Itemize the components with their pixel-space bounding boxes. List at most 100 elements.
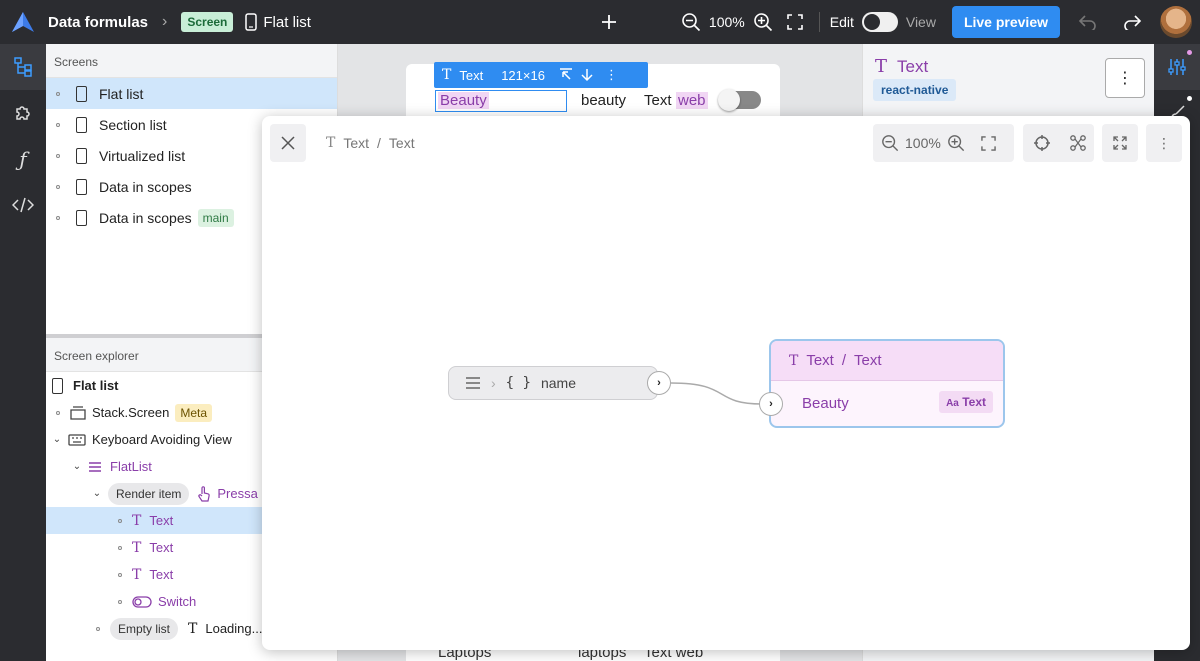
- preview-text-web[interactable]: web: [676, 92, 708, 109]
- screens-panel-title: Screens: [46, 44, 337, 78]
- phone-icon: [76, 116, 87, 133]
- react-native-tag: react-native: [873, 79, 957, 101]
- bullet-icon: [56, 410, 60, 415]
- formula-editor-modal: T Text / Text 100% ⋮ › {} name › T Text…: [262, 116, 1190, 650]
- chevron-down-icon[interactable]: ⌄: [92, 488, 102, 499]
- properties-sliders-icon[interactable]: [1154, 44, 1200, 90]
- undo-icon[interactable]: [1074, 8, 1102, 36]
- top-bar: Data formulas › Screen Flat list 100% Ed…: [0, 0, 1200, 44]
- bullet-icon: [56, 122, 60, 127]
- edit-view-toggle[interactable]: [861, 12, 898, 32]
- preview-text-beauty-lower[interactable]: beauty: [581, 92, 626, 109]
- text-type-icon: T: [188, 620, 198, 637]
- user-avatar[interactable]: [1160, 6, 1192, 38]
- breadcrumb-separator-icon: ›: [162, 13, 168, 30]
- meta-tag: Meta: [175, 403, 213, 422]
- chevron-down-icon[interactable]: ⌄: [72, 461, 82, 472]
- toolbar-divider: [818, 12, 820, 32]
- text-type-icon: T: [132, 539, 142, 556]
- zoom-in-icon[interactable]: [749, 8, 777, 36]
- tree-item-label: Stack.Screen: [92, 405, 170, 420]
- screen-item-label: Data in scopes: [99, 209, 192, 226]
- phone-icon: [52, 377, 63, 394]
- input-port-icon[interactable]: ›: [759, 392, 783, 416]
- keyboard-icon: [68, 433, 86, 446]
- bullet-icon: [118, 599, 122, 604]
- components-puzzle-icon[interactable]: [0, 90, 46, 136]
- screen-item-label: Virtualized list: [99, 147, 186, 164]
- live-preview-button[interactable]: Live preview: [951, 6, 1060, 38]
- text-type-icon: T: [875, 56, 888, 77]
- screen-item-label: Data in scopes: [99, 178, 192, 195]
- properties-title: T Text: [875, 56, 928, 77]
- target-header-separator: /: [841, 352, 847, 369]
- phone-icon: [76, 85, 87, 102]
- text-type-icon: T: [132, 512, 142, 529]
- zoom-out-icon[interactable]: [677, 8, 705, 36]
- structure-tree-icon[interactable]: [0, 44, 46, 90]
- main-tag: main: [197, 208, 234, 227]
- tree-item-label: Switch: [158, 594, 197, 609]
- target-node-body: Beauty Aa Text: [771, 381, 1003, 425]
- switch-icon: [132, 595, 152, 608]
- status-dot: [1187, 96, 1192, 101]
- select-parent-icon[interactable]: [559, 68, 573, 82]
- chevron-right-icon: ›: [491, 375, 496, 391]
- arrow-down-icon[interactable]: [581, 68, 593, 82]
- target-node[interactable]: T Text / Text Beauty Aa Text: [769, 339, 1005, 428]
- screen-item-label: Flat list: [99, 85, 144, 102]
- target-header-item: Text: [806, 352, 834, 369]
- tree-item-label: Keyboard Avoiding View: [92, 432, 232, 447]
- phone-icon: [76, 147, 87, 164]
- properties-title-label: Text: [897, 56, 929, 76]
- code-icon[interactable]: [0, 182, 46, 228]
- selection-toolbar: T Text 121×16 ⋮: [434, 62, 648, 88]
- bullet-icon: [56, 91, 60, 96]
- screen-item-flat-list[interactable]: Flat list: [46, 78, 337, 109]
- target-node-header: T Text / Text: [771, 341, 1003, 381]
- app-title[interactable]: Data formulas: [48, 14, 148, 31]
- tree-item-label: Loading...: [205, 621, 263, 636]
- target-header-item: Text: [854, 352, 882, 369]
- tree-item-label: Text: [149, 513, 174, 528]
- edit-label: Edit: [829, 14, 854, 30]
- text-type-chip-label: Text: [962, 395, 986, 409]
- tree-item-label: FlatList: [110, 459, 152, 474]
- preview-text-label[interactable]: Text: [644, 92, 672, 109]
- screen-item-label: Section list: [99, 116, 167, 133]
- add-icon[interactable]: [595, 8, 623, 36]
- phone-icon: [76, 209, 87, 226]
- object-braces-icon: { }: [505, 375, 531, 391]
- text-type-icon: T: [442, 67, 452, 83]
- tree-item-label: Text: [149, 540, 174, 555]
- phone-icon: [76, 178, 87, 195]
- phone-icon: [245, 13, 258, 31]
- bullet-icon: [118, 518, 122, 523]
- text-type-chip: Aa Text: [939, 391, 993, 413]
- bullet-icon: [56, 184, 60, 189]
- text-type-icon: T: [789, 352, 799, 369]
- fit-screen-icon[interactable]: [781, 8, 809, 36]
- tree-item-label: Flat list: [73, 378, 119, 393]
- formula-function-icon[interactable]: ƒ: [0, 136, 46, 182]
- view-label: View: [905, 14, 936, 30]
- more-vertical-icon[interactable]: ⋮: [605, 67, 618, 83]
- stack-icon: [70, 405, 86, 420]
- output-port-icon[interactable]: ›: [647, 371, 671, 395]
- chevron-down-icon[interactable]: ⌄: [52, 434, 62, 445]
- pointer-hand-icon: [197, 485, 211, 502]
- selection-label: Text: [459, 67, 484, 83]
- preview-switch[interactable]: [718, 89, 761, 111]
- connection-edge: [670, 382, 763, 405]
- notification-dot: [1187, 50, 1192, 55]
- redo-icon[interactable]: [1118, 8, 1146, 36]
- more-options-button[interactable]: ⋮: [1105, 58, 1145, 98]
- preview-text-beauty[interactable]: Beauty: [438, 92, 489, 109]
- app-logo-icon[interactable]: [0, 0, 46, 44]
- hamburger-icon[interactable]: [465, 377, 481, 389]
- bullet-icon: [56, 153, 60, 158]
- current-screen-name[interactable]: Flat list: [263, 14, 311, 31]
- source-node-label: name: [540, 375, 576, 391]
- bullet-icon: [56, 215, 60, 220]
- source-node[interactable]: › { } name: [448, 366, 658, 400]
